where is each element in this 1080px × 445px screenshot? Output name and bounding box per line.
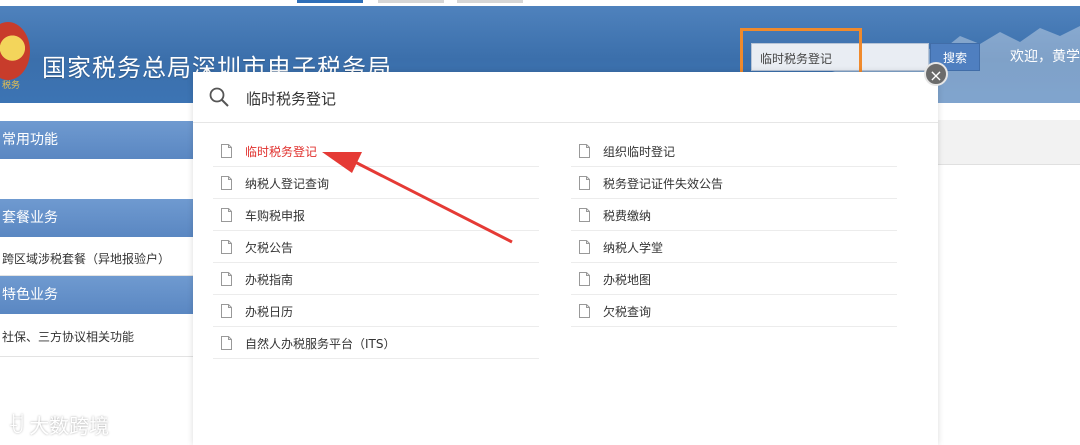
watermark-logo-icon: ꀀ	[8, 414, 26, 439]
result-item[interactable]: 税费缴纳	[571, 200, 897, 231]
top-tab[interactable]	[457, 0, 523, 3]
document-icon	[221, 272, 232, 286]
result-label[interactable]: 欠税公告	[245, 239, 293, 256]
content-header-bar	[938, 120, 1080, 165]
welcome-text: 欢迎，黄学	[1010, 49, 1080, 65]
document-icon	[579, 240, 590, 254]
result-item[interactable]: 办税日历	[213, 296, 539, 327]
result-label[interactable]: 组织临时登记	[603, 143, 675, 160]
result-label[interactable]: 税费缴纳	[603, 207, 651, 224]
document-icon	[579, 272, 590, 286]
sidebar-section-packages[interactable]: 套餐业务	[0, 199, 193, 237]
sidebar-item-cross-region[interactable]: 跨区域涉税套餐（异地报验户）	[2, 250, 170, 267]
result-item[interactable]: 组织临时登记	[571, 136, 897, 167]
result-label[interactable]: 办税指南	[245, 271, 293, 288]
magnifier-icon	[209, 87, 229, 107]
result-item[interactable]: 税务登记证件失效公告	[571, 168, 897, 199]
result-item[interactable]: 车购税申报	[213, 200, 539, 231]
document-icon	[579, 208, 590, 222]
result-label[interactable]: 税务登记证件失效公告	[603, 175, 723, 192]
result-label[interactable]: 车购税申报	[245, 207, 305, 224]
document-icon	[579, 176, 590, 190]
document-icon	[221, 176, 232, 190]
document-icon	[221, 304, 232, 318]
result-label[interactable]: 欠税查询	[603, 303, 651, 320]
modal-search-bar[interactable]: 临时税务登记	[193, 72, 938, 123]
search-results-modal: 临时税务登记 临时税务登记 纳税人登记查询 车购税申报 欠税公告 办税指南 办税…	[193, 72, 938, 445]
modal-search-query[interactable]: 临时税务登记	[246, 88, 336, 109]
sidebar-item-social-security[interactable]: 社保、三方协议相关功能	[2, 328, 134, 345]
top-tab[interactable]	[378, 0, 444, 3]
sidebar: 常用功能 套餐业务 跨区域涉税套餐（异地报验户） 特色业务 社保、三方协议相关功…	[0, 103, 193, 445]
document-icon	[221, 240, 232, 254]
watermark-text: 大数跨境	[29, 414, 110, 438]
document-icon	[579, 144, 590, 158]
sidebar-section-featured[interactable]: 特色业务	[0, 276, 193, 314]
result-item[interactable]: 临时税务登记	[213, 136, 539, 167]
result-item[interactable]: 欠税查询	[571, 296, 897, 327]
result-item[interactable]: 纳税人登记查询	[213, 168, 539, 199]
emblem-text: 税务	[2, 81, 21, 91]
result-label[interactable]: 纳税人登记查询	[245, 175, 329, 192]
watermark: ꀀ 大数跨境	[8, 410, 109, 439]
top-tab-active[interactable]	[297, 0, 363, 3]
result-label[interactable]: 自然人办税服务平台（ITS）	[245, 335, 396, 352]
result-label[interactable]: 办税日历	[245, 303, 293, 320]
result-label[interactable]: 临时税务登记	[245, 143, 317, 160]
result-label[interactable]: 纳税人学堂	[603, 239, 663, 256]
result-label[interactable]: 办税地图	[603, 271, 651, 288]
sidebar-section-common[interactable]: 常用功能	[0, 121, 193, 159]
result-item[interactable]: 自然人办税服务平台（ITS）	[213, 328, 539, 359]
result-item[interactable]: 办税指南	[213, 264, 539, 295]
result-item[interactable]: 欠税公告	[213, 232, 539, 263]
document-icon	[221, 144, 232, 158]
divider	[0, 356, 193, 357]
close-icon[interactable]: ×	[924, 62, 948, 86]
result-item[interactable]: 纳税人学堂	[571, 232, 897, 263]
national-emblem-icon	[0, 22, 30, 80]
result-item[interactable]: 办税地图	[571, 264, 897, 295]
document-icon	[221, 208, 232, 222]
document-icon	[579, 304, 590, 318]
document-icon	[221, 336, 232, 350]
